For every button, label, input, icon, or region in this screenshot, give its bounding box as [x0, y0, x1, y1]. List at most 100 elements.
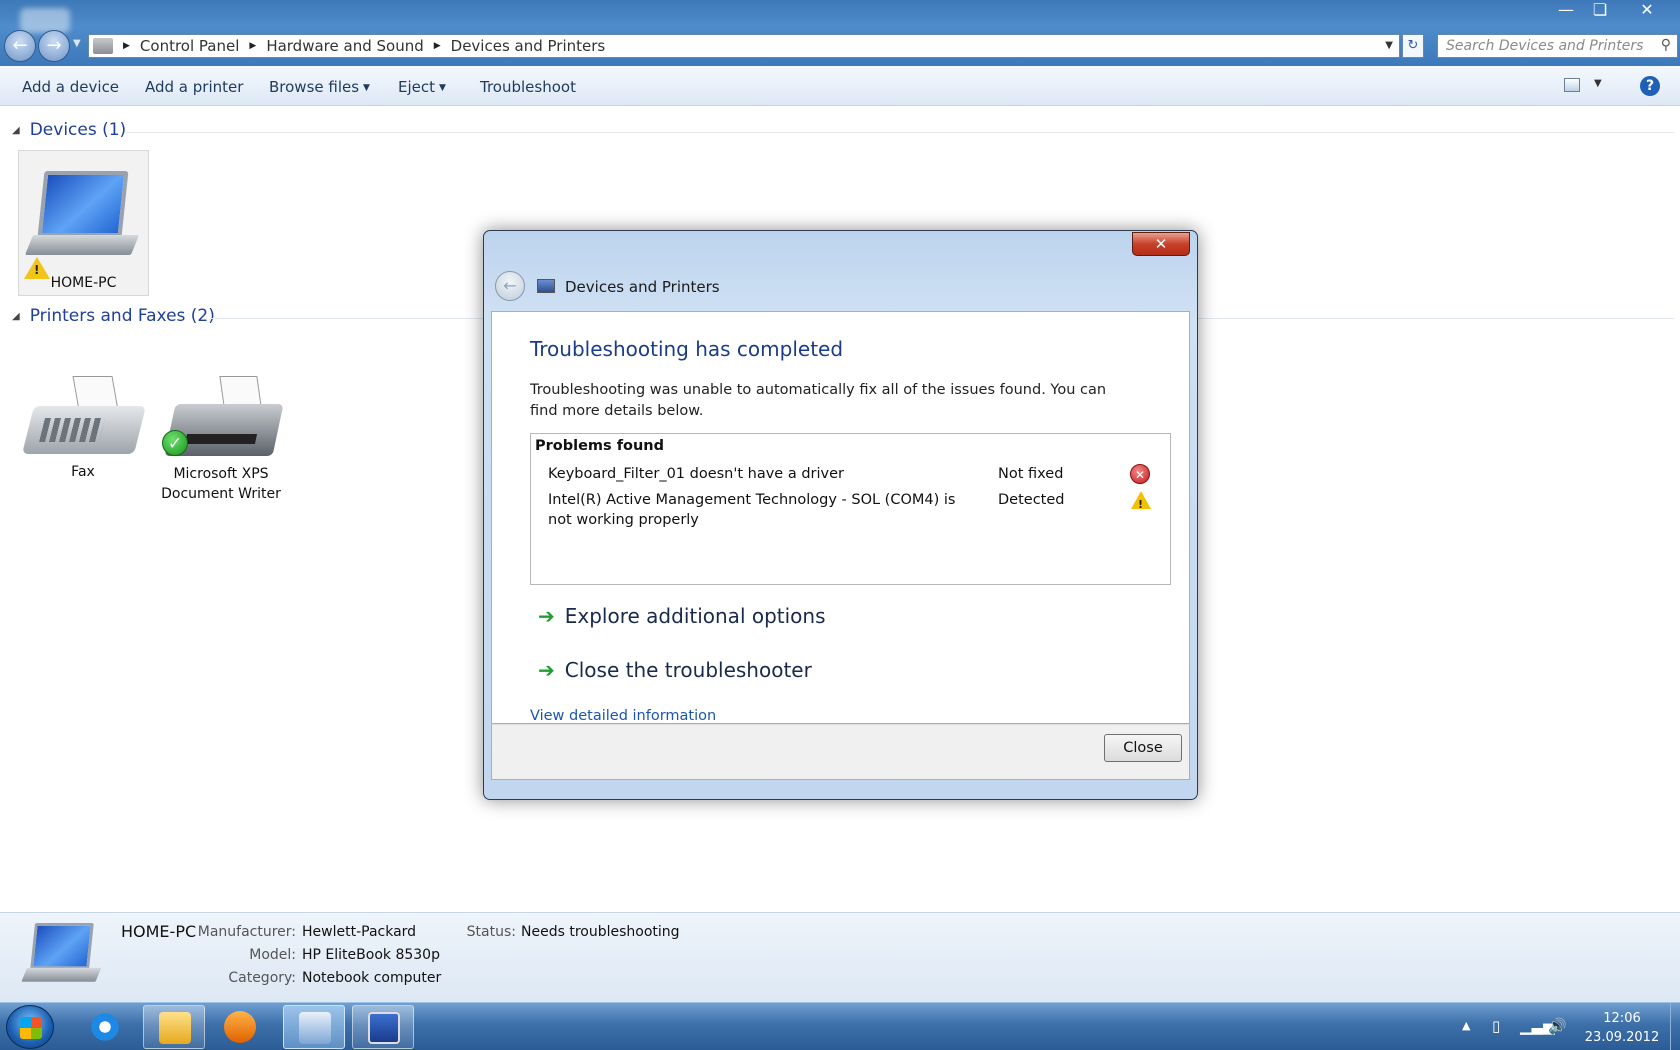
taskbar-control-panel[interactable] [283, 1005, 345, 1049]
device-fax[interactable]: Fax [20, 368, 146, 488]
problems-header: Problems found [535, 438, 665, 454]
device-home-pc[interactable]: ! HOME-PC [18, 150, 149, 296]
refresh-button[interactable]: ↻ [1402, 34, 1424, 58]
problem-row[interactable]: Intel(R) Active Management Technology - … [548, 490, 1158, 532]
troubleshooter-dialog: ✕ ← Devices and Printers Troubleshooting… [483, 230, 1198, 800]
close-button[interactable]: Close [1104, 734, 1182, 762]
window-titlebar: ← → ▼ ▶ Control Panel ▶ Hardware and Sou… [0, 0, 1680, 66]
model-label: Model: [249, 947, 296, 963]
laptop-screen [30, 923, 94, 970]
battery-icon[interactable]: ▯ [1492, 1017, 1500, 1035]
clock-date: 23.09.2012 [1584, 1030, 1660, 1045]
dialog-heading: Troubleshooting has completed [530, 337, 844, 361]
laptop-base [24, 235, 140, 255]
collapse-triangle-icon[interactable]: ◢ [12, 311, 20, 322]
manufacturer-label: Manufacturer: [197, 924, 296, 940]
taskbar-troubleshooter[interactable] [352, 1005, 414, 1049]
folder-icon [159, 1012, 191, 1044]
media-player-icon [224, 1011, 256, 1043]
default-printer-check-icon: ✓ [162, 430, 188, 456]
status-value: Needs troubleshooting [521, 924, 680, 940]
breadcrumb-devices-and-printers[interactable]: Devices and Printers [451, 37, 606, 55]
device-label-line2: Document Writer [161, 486, 281, 502]
recent-pages-dropdown[interactable]: ▼ [73, 38, 81, 49]
system-clock[interactable]: 12:06 23.09.2012 [1580, 1009, 1664, 1047]
selected-device-laptop-icon [20, 923, 104, 986]
devices-group-title: Devices (1) [29, 120, 127, 140]
browse-files-label: Browse files [269, 78, 360, 96]
device-label: HOME-PC [50, 275, 117, 291]
dialog-close-icon-button[interactable]: ✕ [1132, 232, 1190, 256]
laptop-base [21, 967, 102, 982]
collapse-triangle-icon[interactable]: ◢ [12, 125, 20, 136]
dialog-body: Troubleshooting has completed Troublesho… [491, 311, 1190, 724]
problem-status: Detected [998, 492, 1065, 508]
problem-row[interactable]: Keyboard_Filter_01 doesn't have a driver… [548, 464, 1158, 486]
device-label-line1: Microsoft XPS [173, 466, 269, 482]
problem-status: Not fixed [998, 466, 1064, 482]
breadcrumb-separator-icon[interactable]: ▶ [434, 41, 441, 51]
printers-group-header[interactable]: ◢ Printers and Faxes (2) [12, 306, 215, 326]
explore-options-link[interactable]: ➔ Explore additional options [538, 604, 826, 628]
devices-group-header[interactable]: ◢ Devices (1) [12, 120, 126, 140]
dialog-footer: Close [491, 724, 1190, 780]
laptop-screen [37, 171, 129, 237]
category-label: Category: [228, 970, 296, 986]
view-options-dropdown-icon[interactable]: ▼ [1594, 78, 1602, 89]
eject-label: Eject [398, 78, 436, 96]
devices-printers-icon [537, 279, 555, 293]
add-printer-button[interactable]: Add a printer [145, 78, 243, 96]
forward-button[interactable]: → [38, 30, 70, 62]
close-troubleshooter-link[interactable]: ➔ Close the troubleshooter [538, 658, 812, 682]
chevron-down-icon: ▼ [363, 82, 370, 93]
dialog-title: Devices and Printers [565, 278, 720, 296]
category-value: Notebook computer [302, 970, 442, 986]
breadcrumb-hardware-and-sound[interactable]: Hardware and Sound [266, 37, 423, 55]
change-view-icon[interactable] [1564, 78, 1580, 92]
close-troubleshooter-label: Close the troubleshooter [564, 658, 812, 682]
fax-icon [22, 376, 146, 456]
search-placeholder: Search Devices and Printers [1446, 38, 1644, 54]
search-input[interactable]: Search Devices and Printers ⚲ [1437, 34, 1678, 58]
laptop-icon [23, 171, 143, 261]
volume-icon[interactable]: 🔊 [1548, 1017, 1567, 1035]
troubleshoot-button[interactable]: Troubleshoot [480, 78, 576, 96]
show-desktop-button[interactable] [1670, 1003, 1680, 1050]
add-device-button[interactable]: Add a device [22, 78, 119, 96]
search-icon[interactable]: ⚲ [1661, 37, 1671, 53]
address-bar[interactable]: ▶ Control Panel ▶ Hardware and Sound ▶ D… [88, 34, 1400, 58]
view-detailed-information-link[interactable]: View detailed information [530, 708, 716, 724]
device-xps-writer[interactable]: ✓ Microsoft XPS Document Writer [156, 368, 286, 508]
printers-group-title: Printers and Faxes (2) [29, 306, 215, 326]
window-icon [20, 8, 70, 33]
breadcrumb-separator-icon[interactable]: ▶ [249, 41, 256, 51]
manufacturer-value: Hewlett-Packard [302, 924, 417, 940]
window-close-button[interactable]: ✕ [1622, 0, 1672, 22]
warning-mark: ! [1138, 498, 1144, 511]
device-label: Fax [71, 464, 95, 480]
warning-icon: ! [1131, 491, 1151, 511]
start-button[interactable] [6, 1005, 54, 1049]
problems-found-list: Problems found Keyboard_Filter_01 doesn'… [530, 433, 1171, 585]
restore-button[interactable]: ❏ [1584, 0, 1616, 22]
taskbar-windows-explorer[interactable] [143, 1005, 205, 1049]
breadcrumb-separator-icon[interactable]: ▶ [123, 41, 130, 51]
command-bar: Add a device Add a printer Browse files ▼… [0, 66, 1680, 106]
back-button[interactable]: ← [4, 30, 36, 62]
device-label: Microsoft XPS Document Writer [156, 464, 286, 504]
taskbar: ▲ ▯ ▁▃▅ 🔊 12:06 23.09.2012 [0, 1002, 1680, 1050]
dialog-description: Troubleshooting was unable to automatica… [530, 382, 1107, 419]
taskbar-internet-explorer[interactable] [74, 1005, 136, 1049]
minimize-button[interactable]: — [1552, 0, 1580, 22]
show-hidden-icons-icon[interactable]: ▲ [1462, 1019, 1470, 1032]
address-dropdown-icon[interactable]: ▼ [1385, 40, 1393, 51]
eject-button[interactable]: Eject ▼ [398, 78, 446, 96]
help-button[interactable]: ? [1640, 76, 1660, 96]
browse-files-button[interactable]: Browse files ▼ [269, 78, 370, 96]
model-value: HP EliteBook 8530p [302, 947, 440, 963]
taskbar-media-player[interactable] [209, 1005, 271, 1049]
fax-keypad [39, 418, 105, 442]
dialog-back-button[interactable]: ← [495, 271, 525, 301]
green-arrow-icon: ➔ [538, 604, 555, 628]
breadcrumb-control-panel[interactable]: Control Panel [140, 37, 239, 55]
